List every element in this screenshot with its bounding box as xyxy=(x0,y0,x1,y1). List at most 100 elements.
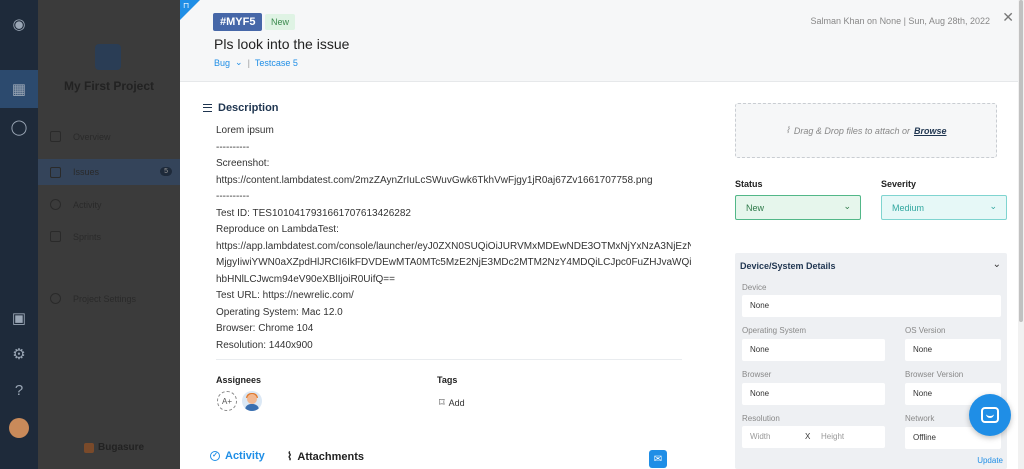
testcase-link[interactable]: Testcase 5 xyxy=(255,58,298,68)
sidebar-item-label: Activity xyxy=(73,199,102,210)
issue-id-badge: #MYF5 xyxy=(213,13,263,31)
check-circle-icon: ✓ xyxy=(210,451,220,461)
chevron-down-icon: ⌄ xyxy=(843,201,851,211)
tab-activity-label: Activity xyxy=(225,450,265,462)
network-label: Network xyxy=(905,414,935,423)
issue-type-dropdown[interactable]: Bug xyxy=(214,58,230,68)
sprints-icon xyxy=(50,231,61,242)
device-details-panel: Device/System Details ⌄ Device None Oper… xyxy=(735,253,1007,469)
attachment-dropzone[interactable]: ⌇ Drag & Drop files to attach or Browse xyxy=(735,103,997,158)
chat-button[interactable] xyxy=(969,394,1011,436)
description-line: Screenshot: xyxy=(216,158,270,169)
scrollbar-thumb[interactable] xyxy=(1019,0,1023,322)
description-line: Browser: Chrome 104 xyxy=(216,323,314,334)
separator: | xyxy=(247,57,250,68)
sidebar-item-label: Sprints xyxy=(73,231,102,242)
severity-select[interactable]: Medium ⌄ xyxy=(881,195,1007,220)
description-heading-label: Description xyxy=(218,102,279,114)
sidebar-item-label: Overview xyxy=(73,131,111,142)
email-button[interactable]: ✉ xyxy=(649,450,667,468)
sidebar-item-project-settings[interactable]: Project Settings xyxy=(50,293,136,304)
browser-label: Browser xyxy=(742,370,772,379)
assignee-avatar[interactable] xyxy=(242,391,262,411)
overview-icon xyxy=(50,131,61,142)
status-value: New xyxy=(746,203,765,213)
mail-icon: ✉ xyxy=(653,453,663,465)
description-line: https://content.lambdatest.com/2mzZAynZr… xyxy=(216,174,653,186)
issues-count-badge: 5 xyxy=(160,167,172,176)
description-line: Reproduce on LambdaTest: xyxy=(216,224,339,235)
width-input[interactable]: Width xyxy=(750,432,770,441)
os-version-field[interactable]: None xyxy=(905,339,1001,361)
description-line: Resolution: 1440x900 xyxy=(216,339,313,351)
project-logo xyxy=(95,44,121,70)
bugasure-logo-icon xyxy=(84,442,94,453)
description-line: hbHNlLCJwcm94eV90eXBlIjoiR0UifQ== xyxy=(216,273,395,285)
tab-activity[interactable]: ✓ Activity xyxy=(210,450,265,462)
height-input[interactable]: Height xyxy=(821,432,844,441)
chevron-down-icon[interactable]: ⌄ xyxy=(993,259,1001,270)
paperclip-icon: ⌇ xyxy=(785,125,790,135)
activity-icon xyxy=(50,199,61,210)
assignees-label: Assignees xyxy=(216,375,262,385)
issue-meta: Salman Khan on None | Sun, Aug 28th, 202… xyxy=(810,16,990,26)
status-label: Status xyxy=(735,179,763,189)
description-line: ---------- xyxy=(216,191,250,202)
help-icon[interactable]: ? xyxy=(9,380,29,400)
menu-lines-icon xyxy=(203,104,212,112)
status-select[interactable]: New ⌄ xyxy=(735,195,861,220)
sidebar-item-overview[interactable]: Overview xyxy=(50,131,111,142)
resolution-field: Width X Height xyxy=(742,426,885,448)
tab-attachments[interactable]: ⌇ Attachments xyxy=(287,450,364,464)
description-body[interactable]: Lorem ipsum ---------- Screenshot: https://… xyxy=(216,123,691,354)
settings-icon xyxy=(50,293,61,304)
description-line: MjgyIiwiYWN0aXZpdHlJRCI6IkFDVDEwMTA0MTc5… xyxy=(216,257,691,268)
issue-type-row: Bug ⌄ | Testcase 5 xyxy=(214,57,298,68)
tiger-logo-icon[interactable]: ◉ xyxy=(9,14,29,34)
update-button[interactable]: Update xyxy=(977,456,1003,465)
description-line: Operating System: Mac 12.0 xyxy=(216,306,343,318)
divider xyxy=(216,359,682,360)
app-rail: ◉ ▦ ◯ ▣ ⚙ ? xyxy=(0,0,38,469)
tag-icon: ⌑ xyxy=(439,397,445,409)
device-field[interactable]: None xyxy=(742,295,1001,317)
lock-icon: ⊓ xyxy=(183,1,190,10)
project-name: My First Project xyxy=(63,79,155,93)
sidebar-item-label: Project Settings xyxy=(73,293,137,304)
sidebar-item-activity[interactable]: Activity xyxy=(50,199,102,210)
device-details-title: Device/System Details xyxy=(740,261,836,271)
sidebar-item-sprints[interactable]: Sprints xyxy=(50,231,101,242)
avatar[interactable] xyxy=(9,418,29,438)
add-tag-button[interactable]: ⌑ Add xyxy=(439,396,465,409)
project-sidebar: My First Project Overview Issues 5 Activi… xyxy=(38,0,180,469)
severity-value: Medium xyxy=(892,203,925,213)
paperclip-icon: ⌇ xyxy=(287,451,293,463)
browse-link[interactable]: Browse xyxy=(914,126,947,136)
sidebar-item-issues[interactable]: Issues 5 xyxy=(38,159,180,185)
description-heading: Description xyxy=(203,102,279,114)
user-icon[interactable]: ◯ xyxy=(9,117,29,137)
os-field[interactable]: None xyxy=(742,339,885,361)
description-line: Lorem ipsum xyxy=(216,125,274,136)
tags-label: Tags xyxy=(437,375,458,385)
issue-title[interactable]: Pls look into the issue xyxy=(214,36,349,52)
browser-version-label: Browser Version xyxy=(905,370,964,379)
grid-icon[interactable]: ▦ xyxy=(9,79,29,99)
issues-icon xyxy=(50,166,61,178)
issue-modal: #MYF5 New Pls look into the issue Bug ⌄ … xyxy=(180,0,1024,469)
description-line: Test ID: TES1010417931661707613426282 xyxy=(216,207,411,219)
tab-attachments-label: Attachments xyxy=(297,450,364,463)
modal-scrollbar[interactable] xyxy=(1018,0,1024,469)
add-tag-label: Add xyxy=(448,397,465,408)
add-assignee-button[interactable]: A+ xyxy=(217,391,237,411)
chat-icon xyxy=(981,407,999,423)
description-line: https://app.lambdatest.com/console/launc… xyxy=(216,240,691,252)
gift-icon[interactable]: ▣ xyxy=(9,308,29,328)
close-icon[interactable]: ✕ xyxy=(1002,9,1014,26)
os-version-label: OS Version xyxy=(905,326,946,335)
browser-field[interactable]: None xyxy=(742,383,885,405)
gear-icon[interactable]: ⚙ xyxy=(9,344,29,364)
os-label: Operating System xyxy=(742,326,807,335)
chevron-down-icon[interactable]: ⌄ xyxy=(235,57,243,68)
brand-name: Bugasure xyxy=(98,442,145,453)
